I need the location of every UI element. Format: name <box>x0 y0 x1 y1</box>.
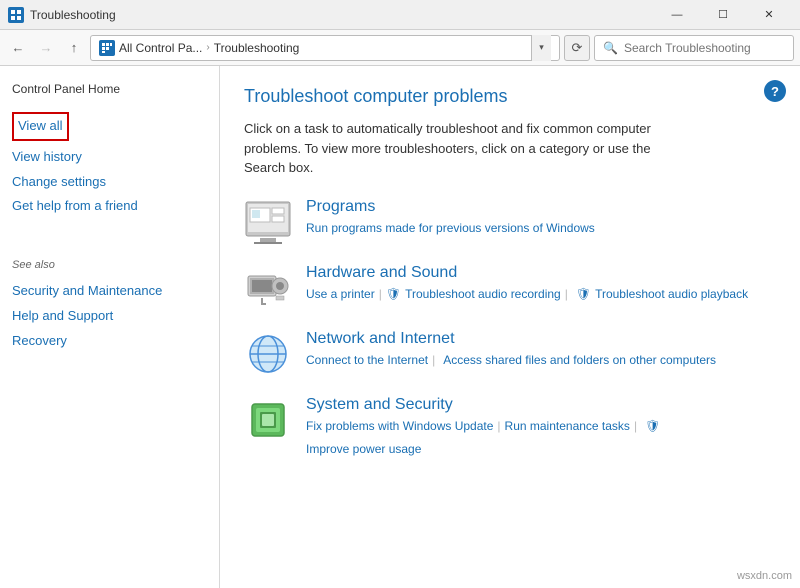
search-icon: 🔍 <box>603 41 618 55</box>
minimize-button[interactable]: — <box>654 0 700 30</box>
programs-icon <box>244 198 292 246</box>
refresh-button[interactable]: ⟳ <box>564 35 590 61</box>
address-path[interactable]: All Control Pa... › Troubleshooting ▾ <box>90 35 560 61</box>
category-hardware: Hardware and Sound Use a printer | 🛡 Tro… <box>244 264 776 312</box>
system-links: Fix problems with Windows Update | Run m… <box>306 417 776 459</box>
shield-icon-3: 🛡 <box>645 417 660 436</box>
address-text: All Control Pa... › Troubleshooting <box>119 41 299 55</box>
watermark: wsxdn.com <box>737 570 792 582</box>
back-button[interactable]: ← <box>6 36 30 60</box>
network-link-1[interactable]: Connect to the Internet <box>306 351 428 370</box>
sidebar-security[interactable]: Security and Maintenance <box>12 279 207 304</box>
hardware-link-1[interactable]: Use a printer <box>306 285 375 304</box>
up-button[interactable]: ↑ <box>62 36 86 60</box>
see-also-title: See also <box>12 259 207 271</box>
system-link-3[interactable]: Improve power usage <box>306 440 421 459</box>
system-title[interactable]: System and Security <box>306 396 776 414</box>
category-network: Network and Internet Connect to the Inte… <box>244 330 776 378</box>
address-dropdown[interactable]: ▾ <box>531 35 551 61</box>
system-info: System and Security Fix problems with Wi… <box>306 396 776 459</box>
shield-icon-2: 🛡 <box>576 285 591 304</box>
sidebar-help-support[interactable]: Help and Support <box>12 304 207 329</box>
app-icon <box>8 7 24 23</box>
network-icon <box>244 330 292 378</box>
help-button[interactable]: ? <box>764 80 786 102</box>
programs-title[interactable]: Programs <box>306 198 776 216</box>
address-bar: ← → ↑ All Control Pa... › Troubleshootin… <box>0 30 800 66</box>
sidebar-change-settings[interactable]: Change settings <box>12 170 207 195</box>
search-box[interactable]: 🔍 <box>594 35 794 61</box>
network-links: Connect to the Internet | Access shared … <box>306 351 776 370</box>
system-link-2[interactable]: Run maintenance tasks <box>505 417 630 436</box>
programs-links: Run programs made for previous versions … <box>306 219 776 238</box>
programs-link-1[interactable]: Run programs made for previous versions … <box>306 219 595 238</box>
hardware-icon <box>244 264 292 312</box>
search-input[interactable] <box>624 41 785 55</box>
sidebar: Control Panel Home View all View history… <box>0 66 220 588</box>
sidebar-view-all[interactable]: View all <box>12 112 69 141</box>
network-info: Network and Internet Connect to the Inte… <box>306 330 776 370</box>
sidebar-get-help[interactable]: Get help from a friend <box>12 194 207 219</box>
hardware-title[interactable]: Hardware and Sound <box>306 264 776 282</box>
window-controls: — ☐ ✕ <box>654 0 792 30</box>
network-link-2[interactable]: Access shared files and folders on other… <box>443 351 716 370</box>
address-icon <box>99 40 115 56</box>
category-system: System and Security Fix problems with Wi… <box>244 396 776 459</box>
maximize-button[interactable]: ☐ <box>700 0 746 30</box>
page-description: Click on a task to automatically trouble… <box>244 119 684 178</box>
hardware-info: Hardware and Sound Use a printer | 🛡 Tro… <box>306 264 776 304</box>
hardware-links: Use a printer | 🛡 Troubleshoot audio rec… <box>306 285 776 304</box>
programs-info: Programs Run programs made for previous … <box>306 198 776 238</box>
sidebar-view-history[interactable]: View history <box>12 145 207 170</box>
content-area: ? Troubleshoot computer problems Click o… <box>220 66 800 588</box>
sidebar-recovery[interactable]: Recovery <box>12 329 207 354</box>
hardware-link-2[interactable]: Troubleshoot audio recording <box>405 285 561 304</box>
shield-icon-1: 🛡 <box>386 285 401 304</box>
category-programs: Programs Run programs made for previous … <box>244 198 776 246</box>
window-title: Troubleshooting <box>30 8 116 22</box>
page-title: Troubleshoot computer problems <box>244 86 776 107</box>
main-area: Control Panel Home View all View history… <box>0 66 800 588</box>
forward-button[interactable]: → <box>34 36 58 60</box>
title-bar: Troubleshooting — ☐ ✕ <box>0 0 800 30</box>
system-link-1[interactable]: Fix problems with Windows Update <box>306 417 493 436</box>
close-button[interactable]: ✕ <box>746 0 792 30</box>
system-icon <box>244 396 292 444</box>
network-title[interactable]: Network and Internet <box>306 330 776 348</box>
sidebar-home[interactable]: Control Panel Home <box>12 82 207 96</box>
hardware-link-3[interactable]: Troubleshoot audio playback <box>595 285 748 304</box>
see-also-section: See also Security and Maintenance Help a… <box>12 259 207 353</box>
